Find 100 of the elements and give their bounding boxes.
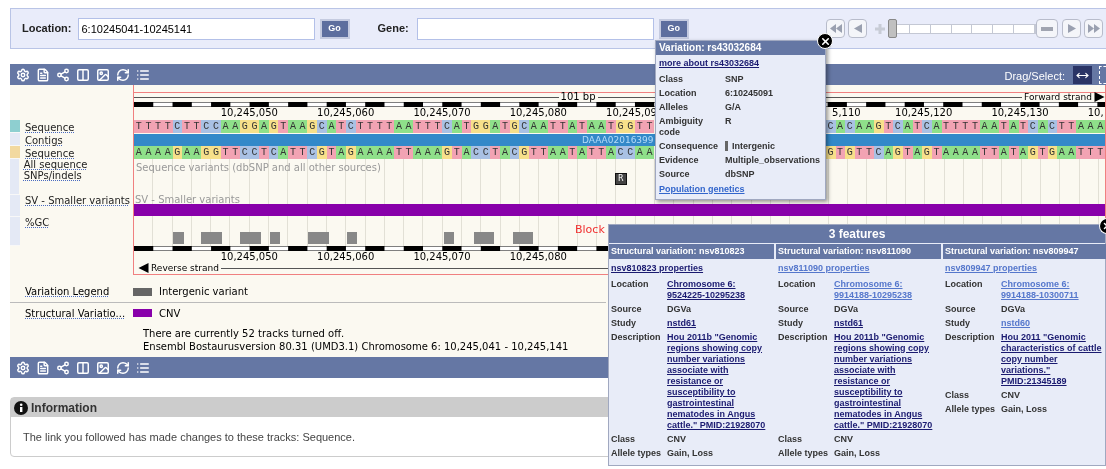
image-icon[interactable] [95, 66, 111, 83]
track-caption: Sequence variants (dbSNP and all other sources) [136, 161, 381, 175]
field-name: Evidence [659, 154, 700, 166]
field-link[interactable]: nstd61 [667, 317, 772, 329]
field-name: Location [778, 278, 817, 291]
position-label: 10,245,050 [220, 251, 278, 263]
properties-link[interactable]: nsv811090 properties [776, 262, 941, 276]
field-name: Location [659, 87, 698, 99]
track-note: Block [575, 222, 605, 238]
zoom-out-button[interactable] [1036, 19, 1058, 38]
field-value: dbSNP [725, 168, 755, 180]
feature-title: Structural variation: nsv809947 [943, 244, 1106, 259]
field-name: Consequence [659, 140, 719, 152]
feature-title: Structural variation: nsv811090 [776, 244, 941, 259]
legend-text: Intergenic variant [159, 285, 248, 299]
field-name: Description [945, 331, 996, 344]
position-label: 10, [1087, 107, 1104, 119]
select-mode-button[interactable] [1099, 66, 1106, 84]
columns-icon[interactable] [75, 66, 91, 83]
length-label: 101 bp [559, 92, 597, 102]
field-value: CNV [1001, 389, 1020, 401]
location-field[interactable]: 6:10245041-10245141 [77, 17, 315, 40]
document-icon[interactable] [35, 359, 51, 376]
field-link[interactable]: Hou 2011b "Genomic regions showing copy number variations associate with resistance or susceptibility to gastrointestinal nematodes in Angus cattle." PMID:21928070 [834, 331, 939, 431]
double-left-icon [829, 24, 842, 33]
legend-title[interactable]: Variation Legend [10, 284, 133, 299]
position-label: 10,245,060 [317, 251, 375, 263]
field-value: R [725, 115, 732, 128]
field-value: DGVa [1001, 303, 1025, 315]
forward-far-button[interactable] [1084, 19, 1103, 38]
field-name: Source [659, 168, 691, 180]
info-icon [14, 400, 28, 415]
position-label: 10,245,070 [413, 251, 471, 263]
field-link[interactable]: Chromosome 6: 9914188-10300711 [1001, 278, 1106, 301]
slider-thumb[interactable] [888, 19, 897, 38]
field-name: Class [659, 73, 685, 85]
status-message: There are currently 52 tracks turned off. [143, 327, 345, 340]
close-icon [819, 35, 831, 47]
field-link[interactable]: Chromosome 6: 9524225-10295238 [667, 278, 772, 301]
field-link[interactable]: Hou 2011b "Genomic regions showing copy number variations associate with resistance or susceptibility to gastrointestinal nematodes in Angus cattle." PMID:21928070 [667, 331, 772, 431]
track-label[interactable]: Sequence [25, 148, 75, 159]
field-value: CNV [834, 433, 853, 445]
refresh-icon[interactable] [115, 66, 131, 83]
properties-link[interactable]: nsv810823 properties [609, 262, 774, 276]
population-genetics-link[interactable]: Population genetics [656, 182, 825, 196]
field-name: Location [945, 278, 984, 291]
image-icon[interactable] [95, 359, 111, 376]
track-label[interactable]: Contigs [25, 135, 63, 146]
legend-title[interactable]: Structural Variatio... [10, 305, 133, 321]
refresh-icon[interactable] [115, 359, 131, 376]
sequence-text: CACAAGTCATCATTTTAATATCACTTAAA [825, 120, 1105, 133]
properties-link[interactable]: nsv809947 properties [943, 262, 1106, 276]
contig-name: DAAA02016399 [582, 134, 654, 146]
field-link[interactable]: nstd61 [834, 317, 939, 329]
position-label: 10,245,120 [895, 107, 953, 119]
field-value: 6:10245091 [725, 87, 774, 99]
share-icon[interactable] [55, 66, 71, 83]
field-value: Intergenic [732, 140, 775, 152]
track-label[interactable]: %GC [25, 217, 50, 228]
field-name: Class [611, 433, 637, 445]
position-label: 10,245,080 [509, 251, 567, 263]
strand-label: Forward strand [1023, 92, 1093, 102]
drag-mode-button[interactable] [1073, 66, 1092, 84]
settings-icon[interactable] [15, 359, 31, 376]
go-button[interactable]: Go [319, 18, 350, 39]
sequence-text: AAAAGAAGGTTCCTCATTCGTAGAAAATTAAAGTACCTACGTTAATATTACCAA [134, 146, 655, 159]
back-far-button[interactable] [826, 19, 845, 38]
field-name: Class [945, 389, 971, 401]
sequence-text: GTGTTCAGTAGTAAAATTATAGTGAATTT [825, 146, 1105, 159]
position-label: 5,110 [831, 107, 861, 119]
zoom-slider[interactable] [888, 19, 1036, 38]
field-value: Gain, Loss [1001, 403, 1047, 415]
track-label[interactable]: Sequence [25, 122, 75, 133]
field-value: DGVa [834, 303, 858, 315]
field-name: Source [778, 303, 810, 315]
field-name: Description [778, 331, 829, 344]
field-name: Study [945, 317, 971, 329]
right-icon [1067, 24, 1076, 33]
gene-label: Gene: [377, 21, 409, 37]
document-icon[interactable] [35, 66, 51, 83]
field-value: CNV [667, 433, 686, 445]
more-link[interactable]: more about rs43032684 [656, 57, 825, 71]
forward-button[interactable] [1062, 19, 1081, 38]
field-link[interactable]: nstd60 [1001, 317, 1106, 329]
settings-icon[interactable] [15, 66, 31, 83]
field-link[interactable]: Chromosome 6: 9914188-10295238 [834, 278, 939, 301]
columns-icon[interactable] [75, 359, 91, 376]
go-button[interactable]: Go [658, 18, 689, 39]
track-label[interactable]: SV - Smaller variants [25, 195, 130, 206]
popup-title: 3 features [609, 225, 1105, 243]
feature-title: Structural variation: nsv810823 [609, 244, 774, 259]
gene-field[interactable] [416, 17, 654, 40]
share-icon[interactable] [55, 359, 71, 376]
variant-marker[interactable]: R [614, 173, 627, 185]
field-link[interactable]: Hou 2011 "Genomic characteristics of cattle copy number variations." PMID:21345189 [1001, 331, 1106, 387]
position-label: 10,245,060 [317, 107, 375, 119]
track-label[interactable]: All sequence SNPs/indels [23, 159, 133, 181]
sequence-text: TTTTCTTCCAAGGAGTAAGCATCTTTTAATTTCATGGATGCAATTATAATGGTT [134, 120, 655, 133]
field-name: Source [611, 303, 643, 315]
plus-icon [875, 23, 885, 34]
